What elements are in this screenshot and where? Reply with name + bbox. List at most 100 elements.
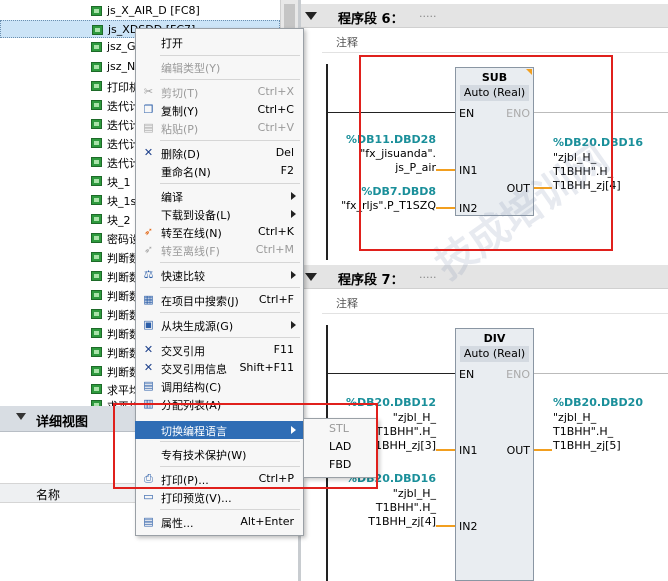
network-6-header[interactable]: 程序段 6： ..... (301, 4, 668, 28)
in2-wire (436, 525, 455, 527)
pin-en: EN (459, 368, 475, 381)
network-7-comment[interactable]: 注释 (336, 295, 358, 311)
collapse-triangle-icon[interactable] (305, 12, 317, 20)
out-symbol-line3[interactable]: T1BHH_zj[5] (553, 439, 621, 452)
network-6-title-placeholder[interactable]: ..... (419, 7, 436, 20)
block-icon (91, 138, 102, 148)
copy-icon: ❐ (143, 103, 154, 116)
block-icon (91, 252, 102, 262)
menu-separator (160, 337, 300, 338)
menu-separator (160, 312, 300, 313)
block-icon (91, 6, 102, 16)
menu-item-cut[interactable]: ✂ 剪切(T) Ctrl+X (135, 83, 304, 101)
menu-item-properties[interactable]: ▤ 属性... Alt+Enter (135, 513, 304, 531)
go-offline-icon: ➶ (143, 243, 154, 256)
pin-in1: IN1 (459, 444, 478, 457)
pin-out: OUT (506, 444, 530, 457)
block-icon (91, 233, 102, 243)
block-icon (91, 290, 102, 300)
menu-item-delete[interactable]: ✕ 删除(D) Del (135, 144, 304, 162)
out-wire (534, 449, 552, 451)
block-icon (91, 176, 102, 186)
menu-separator (160, 55, 300, 56)
pin-in2: IN2 (459, 520, 478, 533)
highlight-box-network6 (359, 55, 613, 251)
menu-item-cross-reference-info[interactable]: ✕ 交叉引用信息 Shift+F11 (135, 359, 304, 377)
submenu-arrow-icon (291, 192, 296, 200)
divider (322, 313, 668, 314)
menu-item-go-offline[interactable]: ➶ 转至离线(F) Ctrl+M (135, 241, 304, 259)
menu-item-compile[interactable]: 编译 (135, 187, 304, 205)
power-rail (326, 64, 328, 260)
cross-reference-icon: ✕ (143, 343, 154, 356)
network-7-title-placeholder[interactable]: ..... (419, 268, 436, 281)
submenu-arrow-icon (291, 321, 296, 329)
block-icon (91, 366, 102, 376)
menu-separator (160, 140, 300, 141)
properties-icon: ▤ (143, 515, 154, 528)
block-type[interactable]: Auto (Real) (460, 346, 529, 362)
cross-reference-info-icon: ✕ (143, 361, 154, 374)
menu-item-go-online[interactable]: ➶ 转至在线(N) Ctrl+K (135, 223, 304, 241)
menu-item-generate-source[interactable]: ▣ 从块生成源(G) (135, 316, 304, 334)
block-icon (91, 62, 102, 72)
network-6-title: 程序段 6： (338, 12, 404, 27)
out-symbol-line1[interactable]: "zjbl_H_ (553, 411, 596, 424)
menu-item-cross-reference[interactable]: ✕ 交叉引用 F11 (135, 341, 304, 359)
search-icon: ▦ (143, 293, 154, 306)
compare-scale-icon: ⚖ (143, 268, 154, 281)
menu-item-print-preview[interactable]: ▭ 打印预览(V)... (135, 488, 304, 506)
in2-symbol-line2[interactable]: T1BHH".H_ (330, 501, 436, 514)
div-block[interactable]: DIV Auto (Real) EN ENO IN1 OUT IN2 (455, 328, 534, 581)
menu-item-call-structure[interactable]: ▤ 调用结构(C) (135, 377, 304, 395)
block-icon (91, 195, 102, 205)
block-icon (91, 100, 102, 110)
in2-symbol-line3[interactable]: T1BHH_zj[4] (330, 515, 436, 528)
tree-item[interactable]: js_X_AIR_D [FC8] (0, 2, 280, 20)
block-icon (91, 309, 102, 319)
column-name-label: 名称 (36, 488, 61, 502)
menu-separator (160, 183, 300, 184)
generate-source-icon: ▣ (143, 318, 154, 331)
menu-separator (160, 79, 300, 80)
menu-item-copy[interactable]: ❐ 复制(Y) Ctrl+C (135, 101, 304, 119)
out-symbol-line2[interactable]: T1BHH".H_ (553, 425, 613, 438)
block-icon (91, 384, 102, 394)
network-6-comment[interactable]: 注释 (336, 34, 358, 50)
collapse-triangle-icon[interactable] (305, 273, 317, 281)
menu-separator (160, 509, 300, 510)
out-address[interactable]: %DB20.DBD20 (553, 396, 643, 409)
detail-view-title: 详细视图 (36, 415, 89, 430)
block-icon (91, 157, 102, 167)
block-icon (91, 271, 102, 281)
call-structure-icon: ▤ (143, 379, 154, 392)
scissors-icon: ✂ (143, 85, 154, 98)
chevron-down-icon[interactable] (16, 413, 26, 420)
menu-item-rename[interactable]: 重命名(N) F2 (135, 162, 304, 180)
submenu-arrow-icon (291, 210, 296, 218)
network-7-header[interactable]: 程序段 7： ..... (301, 265, 668, 289)
menu-item-paste[interactable]: ▤ 粘贴(P) Ctrl+V (135, 119, 304, 137)
pin-eno: ENO (506, 368, 530, 381)
menu-item-search-in-project[interactable]: ▦ 在项目中搜索(J) Ctrl+F (135, 291, 304, 309)
submenu-arrow-icon (291, 271, 296, 279)
en-wire (328, 373, 455, 374)
menu-item-open[interactable]: 打开 (135, 33, 304, 51)
print-preview-icon: ▭ (143, 490, 154, 503)
in1-wire (436, 449, 455, 451)
block-name: DIV (483, 332, 506, 345)
block-icon (91, 347, 102, 357)
block-icon (91, 214, 102, 224)
menu-separator (160, 287, 300, 288)
menu-item-quick-compare[interactable]: ⚖ 快速比较 (135, 266, 304, 284)
block-icon (92, 25, 103, 35)
block-icon (91, 328, 102, 338)
menu-item-download[interactable]: 下载到设备(L) (135, 205, 304, 223)
go-online-icon: ➶ (143, 225, 154, 238)
menu-item-edit-type[interactable]: 编辑类型(Y) (135, 58, 304, 76)
block-icon (91, 42, 102, 52)
network-7-title: 程序段 7： (338, 273, 404, 288)
delete-x-icon: ✕ (143, 146, 154, 159)
eno-wire (534, 373, 668, 374)
block-icon (91, 81, 102, 91)
